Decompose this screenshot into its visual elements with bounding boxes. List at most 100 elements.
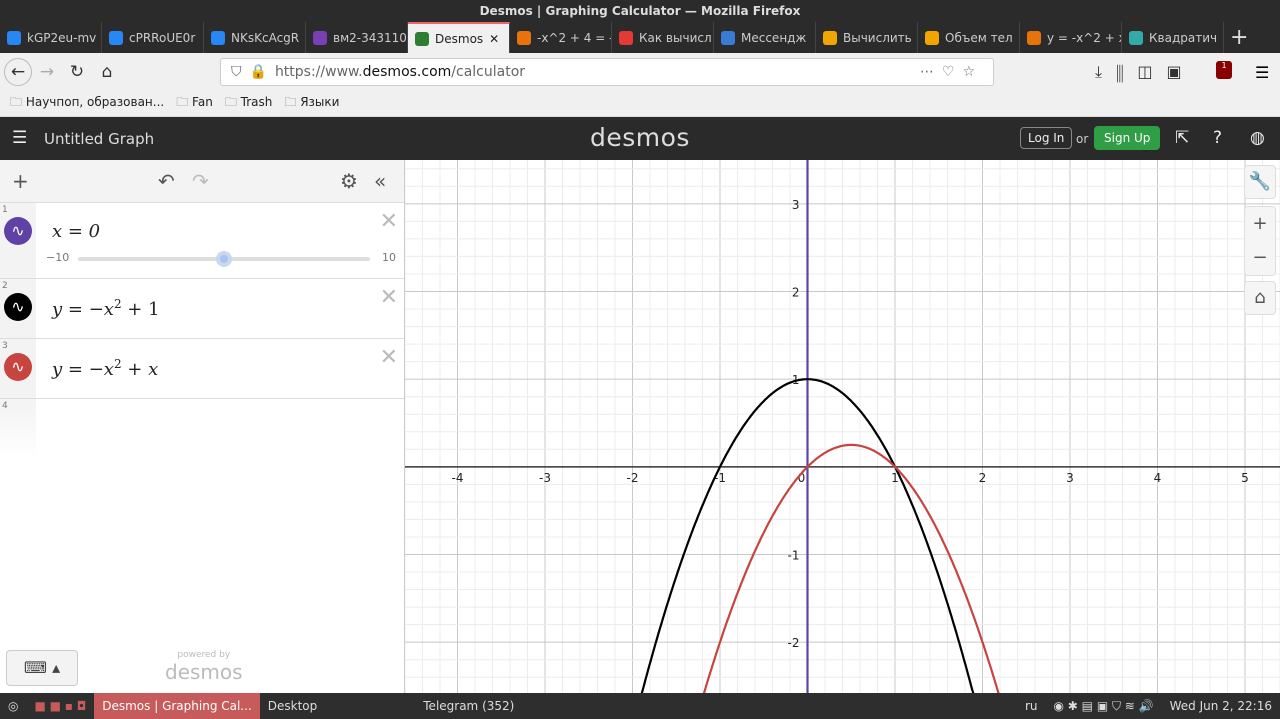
home-button[interactable]: ⌂ bbox=[92, 62, 122, 82]
expression-row[interactable]: 2 ∿ y = −x2 + 1 ✕ bbox=[0, 279, 404, 339]
toolbar-icons[interactable]: ⤓⫼◫▣ bbox=[1095, 62, 1196, 82]
browser-tab[interactable]: Мессендж bbox=[714, 22, 816, 53]
expression-math[interactable]: x = 0 bbox=[52, 221, 100, 242]
login-button[interactable]: Log In bbox=[1020, 127, 1073, 149]
start-menu-icon[interactable]: ◎ bbox=[0, 693, 26, 719]
globe-icon[interactable]: ◍ bbox=[1250, 128, 1265, 148]
y-tick-label: 2 bbox=[792, 285, 800, 299]
taskbar-item-desktop[interactable]: Desktop bbox=[260, 693, 326, 719]
add-expression-icon[interactable]: + bbox=[12, 169, 29, 193]
browser-tab[interactable]: Квадратич bbox=[1122, 22, 1224, 53]
graph-svg[interactable]: -4 -3 -2 -1 0 1 2 3 4 5-2-1123 bbox=[405, 160, 1280, 693]
signup-button[interactable]: Sign Up bbox=[1094, 126, 1161, 150]
wolfram-icon bbox=[517, 30, 531, 45]
bookmark-folder[interactable]: Trash bbox=[225, 93, 273, 114]
slider[interactable]: −10 10 bbox=[46, 251, 396, 267]
slider-max: 10 bbox=[382, 251, 396, 264]
expression-number: 2 bbox=[2, 281, 8, 291]
math-part: y = −x bbox=[52, 299, 114, 320]
url-prefix: https://www. bbox=[274, 64, 363, 80]
expression-math[interactable]: y = −x2 + x bbox=[52, 357, 158, 380]
expression-number: 4 bbox=[2, 401, 8, 411]
tab-label: Вычислить bbox=[843, 30, 912, 45]
slider-track[interactable] bbox=[78, 251, 370, 267]
bookmark-label: Fan bbox=[192, 95, 213, 109]
graph-color-icon[interactable]: ∿ bbox=[4, 217, 32, 245]
delete-expression-icon[interactable]: ✕ bbox=[380, 209, 398, 234]
expression-gutter: 4 bbox=[0, 399, 36, 459]
keyboard-toggle-button[interactable]: ⌨ ▴ bbox=[6, 650, 78, 686]
redo-icon[interactable]: ↷ bbox=[192, 169, 209, 193]
math-part: + 1 bbox=[121, 299, 160, 320]
close-tab-icon[interactable]: ✕ bbox=[489, 32, 499, 46]
new-tab-button[interactable]: + bbox=[1224, 22, 1254, 53]
series-curve bbox=[702, 443, 1000, 693]
delete-expression-icon[interactable]: ✕ bbox=[380, 345, 398, 370]
math-part: y = −x bbox=[52, 359, 114, 380]
graph-color-icon[interactable]: ∿ bbox=[4, 293, 32, 321]
browser-tab[interactable]: y = -x^2 + x bbox=[1020, 22, 1122, 53]
tab-label: cPRRoUE0r bbox=[129, 30, 196, 45]
graph-title[interactable]: Untitled Graph bbox=[44, 130, 154, 148]
browser-tab[interactable]: Объем тел bbox=[918, 22, 1020, 53]
forward-button[interactable]: → bbox=[32, 62, 62, 82]
delete-expression-icon[interactable]: ✕ bbox=[380, 285, 398, 310]
graph-color-icon[interactable]: ∿ bbox=[4, 353, 32, 381]
powered-by: powered by desmos bbox=[165, 650, 243, 684]
ublock-icon[interactable]: 1 bbox=[1216, 61, 1232, 79]
hamburger-icon[interactable]: ☰ bbox=[12, 128, 27, 148]
back-button[interactable]: ← bbox=[4, 58, 32, 86]
tab-label: -x^2 + 4 = - bbox=[537, 30, 612, 45]
default-view-button[interactable]: ⌂ bbox=[1244, 281, 1276, 315]
browser-tab[interactable]: Desmos ✕ bbox=[408, 22, 510, 53]
wolfram-icon bbox=[1027, 30, 1041, 45]
slider-min: −10 bbox=[46, 251, 70, 264]
launcher-icons[interactable]: ■ ■ ▪ ◘ bbox=[26, 693, 94, 719]
slider-handle[interactable] bbox=[216, 251, 232, 267]
url-bar[interactable]: ⛉ 🔒 https://www.desmos.com/calculator ⋯♡… bbox=[220, 58, 994, 86]
browser-tab[interactable]: NKsKcAcgR bbox=[204, 22, 306, 53]
tab-label: Квадратич bbox=[1149, 30, 1218, 45]
browser-tab[interactable]: Как вычисл bbox=[612, 22, 714, 53]
expression-row-empty[interactable]: 4 bbox=[0, 399, 404, 459]
wrench-icon: 🔧 bbox=[1248, 171, 1272, 192]
browser-tab[interactable]: cPRRoUE0r bbox=[102, 22, 204, 53]
zoom-controls: + − bbox=[1244, 206, 1276, 276]
bookmark-folder[interactable]: Fan bbox=[176, 93, 213, 114]
collapse-panel-icon[interactable]: « bbox=[374, 169, 386, 193]
undo-icon[interactable]: ↶ bbox=[158, 169, 175, 193]
nav-bar: ← → ↻ ⌂ ⛉ 🔒 https://www.desmos.com/calcu… bbox=[0, 53, 1280, 91]
tray-icons[interactable]: ◉ ✱ ▤ ▣ ⛉ ≋ 🔊 bbox=[1046, 693, 1162, 719]
bookmark-folder[interactable]: Языки bbox=[284, 93, 339, 114]
lock-icon: 🔒 bbox=[249, 64, 267, 80]
clock[interactable]: Wed Jun 2, 22:16 bbox=[1162, 693, 1280, 719]
expression-row[interactable]: 1 ∿ x = 0 ✕ −10 10 bbox=[0, 203, 404, 279]
expression-math[interactable]: y = −x2 + 1 bbox=[52, 297, 160, 320]
keyboard-layout[interactable]: ru bbox=[1017, 693, 1046, 719]
help-icon[interactable]: ? bbox=[1213, 128, 1222, 148]
graph-paper[interactable]: -4 -3 -2 -1 0 1 2 3 4 5 -2 -1 1 2 3 🔧 + − ⌂ bbox=[405, 160, 1280, 693]
browser-tab[interactable]: -x^2 + 4 = - bbox=[510, 22, 612, 53]
expression-panel: + ↶ ↷ ⚙ « 1 ∿ x = 0 ✕ −10 10 2 ∿ y = −x2 +… bbox=[0, 160, 405, 693]
powered-by-text: powered by bbox=[177, 650, 231, 660]
expression-row[interactable]: 3 ∿ y = −x2 + x ✕ bbox=[0, 339, 404, 399]
zoom-out-button[interactable]: − bbox=[1245, 241, 1275, 275]
browser-tab[interactable]: вм2-343110 bbox=[306, 22, 408, 53]
graph-settings-button[interactable]: 🔧 bbox=[1244, 165, 1276, 199]
bookmark-folder[interactable]: Научпоп, образован... bbox=[10, 93, 164, 114]
math-exponent: 2 bbox=[113, 297, 122, 311]
page-actions-icon[interactable]: ⋯♡☆ bbox=[920, 64, 983, 80]
bookmark-label: Языки bbox=[300, 95, 340, 109]
menu-icon[interactable]: ☰ bbox=[1255, 63, 1269, 82]
share-icon[interactable]: ⇱ bbox=[1175, 128, 1189, 148]
x-tick-label: -2 bbox=[627, 471, 639, 485]
zoom-in-button[interactable]: + bbox=[1245, 207, 1275, 241]
x-tick-label: -3 bbox=[539, 471, 551, 485]
taskbar-item-telegram[interactable]: Telegram (352) bbox=[415, 693, 522, 719]
browser-tab[interactable]: Вычислить bbox=[816, 22, 918, 53]
tab-label: Объем тел bbox=[945, 30, 1013, 45]
browser-tab[interactable]: kGP2eu-mv bbox=[0, 22, 102, 53]
settings-icon[interactable]: ⚙ bbox=[340, 169, 358, 193]
reload-button[interactable]: ↻ bbox=[62, 62, 92, 82]
taskbar-item-firefox[interactable]: Desmos | Graphing Cal... bbox=[94, 693, 260, 719]
